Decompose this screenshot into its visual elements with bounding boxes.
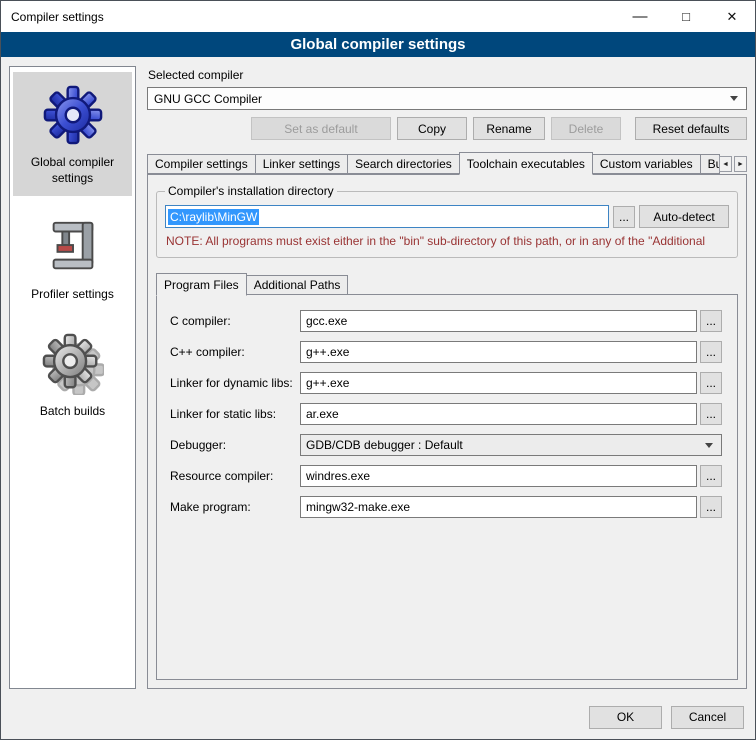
debugger-value: GDB/CDB debugger : Default xyxy=(306,438,463,452)
tab-linker-settings[interactable]: Linker settings xyxy=(255,154,348,174)
field-row-make-program: Make program: mingw32-make.exe ... xyxy=(170,496,722,518)
static-linker-label: Linker for static libs: xyxy=(170,407,300,421)
field-row-static-linker: Linker for static libs: ar.exe ... xyxy=(170,403,722,425)
resource-compiler-label: Resource compiler: xyxy=(170,469,300,483)
main-panel: Selected compiler GNU GCC Compiler Set a… xyxy=(147,66,747,689)
resource-compiler-input[interactable]: windres.exe xyxy=(300,465,697,487)
dialog-footer: OK Cancel xyxy=(1,695,755,739)
chevron-down-icon xyxy=(705,443,713,448)
c-compiler-label: C compiler: xyxy=(170,314,300,328)
cpp-compiler-label: C++ compiler: xyxy=(170,345,300,359)
browse-dynamic-linker-button[interactable]: ... xyxy=(700,372,722,394)
reset-defaults-button[interactable]: Reset defaults xyxy=(635,117,747,140)
debugger-label: Debugger: xyxy=(170,438,300,452)
dynamic-linker-label: Linker for dynamic libs: xyxy=(170,376,300,390)
sidebar: Global compiler settings Profiler se xyxy=(9,66,136,689)
installation-directory-input[interactable]: C:\raylib\MinGW xyxy=(165,205,609,228)
copy-button[interactable]: Copy xyxy=(397,117,467,140)
titlebar: Compiler settings — □ ✕ xyxy=(1,1,755,32)
browse-static-linker-button[interactable]: ... xyxy=(700,403,722,425)
installation-directory-value: C:\raylib\MinGW xyxy=(168,209,259,225)
sidebar-item-global-compiler-settings[interactable]: Global compiler settings xyxy=(13,72,132,196)
program-files-tabstrip: Program Files Additional Paths xyxy=(156,273,738,295)
debugger-select[interactable]: GDB/CDB debugger : Default xyxy=(300,434,722,456)
compiler-buttons-row: Set as default Copy Rename Delete Reset … xyxy=(147,117,747,140)
ok-button[interactable]: OK xyxy=(589,706,662,729)
browse-cpp-compiler-button[interactable]: ... xyxy=(700,341,722,363)
installation-directory-group: Compiler's installation directory C:\ray… xyxy=(156,191,738,258)
chevron-down-icon xyxy=(730,96,738,101)
tab-toolchain-executables[interactable]: Toolchain executables xyxy=(459,152,593,175)
resource-compiler-value: windres.exe xyxy=(306,469,370,483)
window-controls: — □ ✕ xyxy=(617,1,755,32)
gear-stack-icon xyxy=(42,333,104,395)
tab-compiler-settings[interactable]: Compiler settings xyxy=(147,154,256,174)
static-linker-input[interactable]: ar.exe xyxy=(300,403,697,425)
make-program-value: mingw32-make.exe xyxy=(306,500,410,514)
maximize-icon[interactable]: □ xyxy=(663,1,709,32)
cpp-compiler-input[interactable]: g++.exe xyxy=(300,341,697,363)
c-compiler-value: gcc.exe xyxy=(306,314,347,328)
delete-button: Delete xyxy=(551,117,621,140)
tab-build[interactable]: Build xyxy=(700,154,720,174)
tab-scroll-right-icon[interactable]: ► xyxy=(734,156,747,172)
static-linker-value: ar.exe xyxy=(306,407,339,421)
make-program-label: Make program: xyxy=(170,500,300,514)
compiler-settings-dialog: Compiler settings — □ ✕ Global compiler … xyxy=(0,0,756,740)
toolchain-executables-panel: Compiler's installation directory C:\ray… xyxy=(147,174,747,689)
cpp-compiler-value: g++.exe xyxy=(306,345,349,359)
settings-tabstrip: Compiler settings Linker settings Search… xyxy=(147,152,747,174)
page-title: Global compiler settings xyxy=(1,32,755,57)
blue-gear-icon xyxy=(42,84,104,146)
dynamic-linker-value: g++.exe xyxy=(306,376,349,390)
clamp-icon xyxy=(42,216,104,278)
dialog-content: Global compiler settings Profiler se xyxy=(1,57,755,695)
field-row-resource-compiler: Resource compiler: windres.exe ... xyxy=(170,465,722,487)
cancel-button[interactable]: Cancel xyxy=(671,706,744,729)
note-text: NOTE: All programs must exist either in … xyxy=(166,234,728,248)
close-icon[interactable]: ✕ xyxy=(709,1,755,32)
installation-directory-group-title: Compiler's installation directory xyxy=(165,184,337,198)
sidebar-item-label: Batch builds xyxy=(40,404,105,420)
make-program-input[interactable]: mingw32-make.exe xyxy=(300,496,697,518)
program-files-panel: C compiler: gcc.exe ... C++ compiler: g+… xyxy=(156,294,738,680)
selected-compiler-value: GNU GCC Compiler xyxy=(154,92,262,106)
c-compiler-input[interactable]: gcc.exe xyxy=(300,310,697,332)
tab-search-directories[interactable]: Search directories xyxy=(347,154,460,174)
field-row-dynamic-linker: Linker for dynamic libs: g++.exe ... xyxy=(170,372,722,394)
sidebar-item-batch-builds[interactable]: Batch builds xyxy=(13,321,132,430)
browse-c-compiler-button[interactable]: ... xyxy=(700,310,722,332)
rename-button[interactable]: Rename xyxy=(473,117,545,140)
tab-custom-variables[interactable]: Custom variables xyxy=(592,154,701,174)
browse-directory-button[interactable]: ... xyxy=(613,206,635,228)
selected-compiler-label: Selected compiler xyxy=(148,68,747,82)
browse-resource-compiler-button[interactable]: ... xyxy=(700,465,722,487)
subtab-program-files[interactable]: Program Files xyxy=(156,273,247,296)
minimize-icon[interactable]: — xyxy=(617,1,663,32)
field-row-cpp-compiler: C++ compiler: g++.exe ... xyxy=(170,341,722,363)
set-as-default-button: Set as default xyxy=(251,117,391,140)
browse-make-program-button[interactable]: ... xyxy=(700,496,722,518)
sidebar-item-profiler-settings[interactable]: Profiler settings xyxy=(13,204,132,313)
sidebar-item-label: Profiler settings xyxy=(31,287,114,303)
auto-detect-button[interactable]: Auto-detect xyxy=(639,205,729,228)
selected-compiler-dropdown[interactable]: GNU GCC Compiler xyxy=(147,87,747,110)
dynamic-linker-input[interactable]: g++.exe xyxy=(300,372,697,394)
tab-scroll-buttons: ◄ ► xyxy=(719,156,747,174)
subtab-additional-paths[interactable]: Additional Paths xyxy=(246,275,349,295)
installation-directory-row: C:\raylib\MinGW ... Auto-detect xyxy=(165,205,729,228)
tab-scroll-left-icon[interactable]: ◄ xyxy=(719,156,732,172)
window-title: Compiler settings xyxy=(1,1,617,32)
sidebar-item-label: Global compiler settings xyxy=(15,155,130,186)
field-row-c-compiler: C compiler: gcc.exe ... xyxy=(170,310,722,332)
field-row-debugger: Debugger: GDB/CDB debugger : Default xyxy=(170,434,722,456)
